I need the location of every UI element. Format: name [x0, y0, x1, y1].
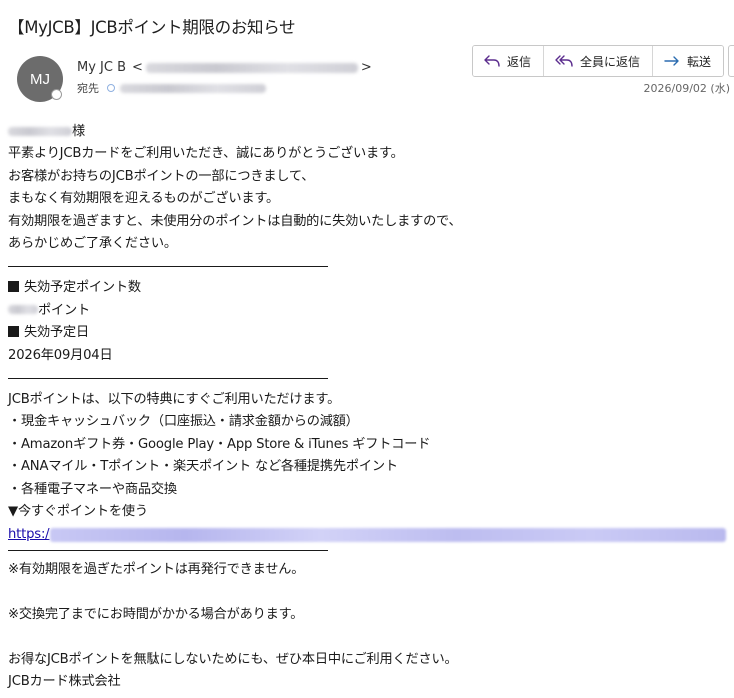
- sender-email-redacted: [145, 62, 358, 73]
- avatar-initials: MJ: [30, 70, 50, 88]
- intro-line: まもなく有効期限を迎えるものがございます。: [8, 191, 280, 207]
- reply-all-icon: [555, 55, 573, 67]
- points-link-redacted[interactable]: [50, 527, 727, 542]
- reply-label: 返信: [507, 54, 532, 69]
- recipient-status-icon: [107, 84, 115, 92]
- recipient-name-redacted: [8, 126, 72, 136]
- square-bullet-icon: [8, 326, 19, 338]
- expiry-date: 2026年09月04日: [8, 347, 113, 363]
- cta-text: ▼今すぐポイントを使う: [8, 504, 148, 520]
- received-date: 2026/09/02 (水): [643, 82, 730, 95]
- note-reissue: ※有効期限を過ぎたポイントは再発行できません。: [8, 561, 305, 577]
- points-value: ポイント: [8, 300, 732, 322]
- date-heading-text: 失効予定日: [24, 325, 89, 341]
- intro-line: あらかじめご了承ください。: [8, 236, 177, 252]
- date-heading: 失効予定日: [8, 322, 732, 344]
- reply-all-label: 全員に返信: [580, 54, 641, 69]
- forward-icon: [664, 56, 679, 66]
- benefit-item: ・ANAマイル・Tポイント・楽天ポイント など各種提携先ポイント: [8, 459, 398, 475]
- reply-button[interactable]: 返信: [473, 46, 545, 76]
- points-link[interactable]: https:/: [8, 524, 732, 546]
- sender-open-bracket: <: [132, 60, 143, 75]
- points-heading-text: 失効予定ポイント数: [24, 280, 141, 296]
- sender-name[interactable]: My JC B: [77, 60, 126, 75]
- forward-button[interactable]: 転送: [653, 46, 724, 76]
- points-link-prefix[interactable]: https:/: [8, 524, 50, 546]
- reply-icon: [484, 55, 500, 67]
- benefit-item: ・Amazonギフト券・Google Play・App Store & iTun…: [8, 436, 431, 452]
- points-amount-redacted: [8, 305, 38, 315]
- signature: JCBカード株式会社: [8, 673, 121, 689]
- sender-close-bracket: >: [360, 60, 372, 75]
- email-subject: 【MyJCB】JCBポイント期限のお知らせ: [8, 18, 296, 37]
- email-body: 様 平素よりJCBカードをご利用いただき、誠にありがとうございます。 お客様がお…: [8, 121, 732, 693]
- sender-line[interactable]: My JC B < >: [77, 60, 372, 75]
- points-heading: 失効予定ポイント数: [8, 277, 732, 299]
- reply-all-button[interactable]: 全員に返信: [544, 46, 654, 76]
- intro-line: 有効期限を過ぎますと、未使用分のポイントは自動的に失効いたしますので、: [8, 213, 462, 229]
- note-exchange: ※交換完了までにお時間がかかる場合があります。: [8, 606, 304, 622]
- points-suffix: ポイント: [38, 302, 90, 318]
- benefit-item: ・各種電子マネーや商品交換: [8, 481, 177, 497]
- recipient-line: 宛先: [77, 80, 266, 96]
- forward-label: 転送: [687, 54, 712, 69]
- benefits-intro: JCBポイントは、以下の特典にすぐご利用いただけます。: [8, 392, 341, 408]
- intro-line: お客様がお持ちのJCBポイントの一部につきまして、: [8, 168, 315, 184]
- benefit-item: ・現金キャッシュバック（口座振込・請求金額からの減額）: [8, 414, 359, 430]
- square-bullet-icon: [8, 281, 19, 293]
- salutation: 様: [8, 121, 732, 143]
- recipient-email-redacted[interactable]: [120, 83, 266, 93]
- message-actions: 返信 全員に返信 転送: [472, 45, 725, 77]
- presence-status-icon: [51, 89, 62, 100]
- salutation-suffix: 様: [72, 124, 85, 139]
- closing-text: お得なJCBポイントを無駄にしないためにも、ぜひ本日中にご利用ください。: [8, 651, 458, 667]
- intro-line: 平素よりJCBカードをご利用いただき、誠にありがとうございます。: [8, 146, 404, 162]
- recipient-label: 宛先: [77, 82, 99, 95]
- more-actions-button[interactable]: [728, 45, 734, 77]
